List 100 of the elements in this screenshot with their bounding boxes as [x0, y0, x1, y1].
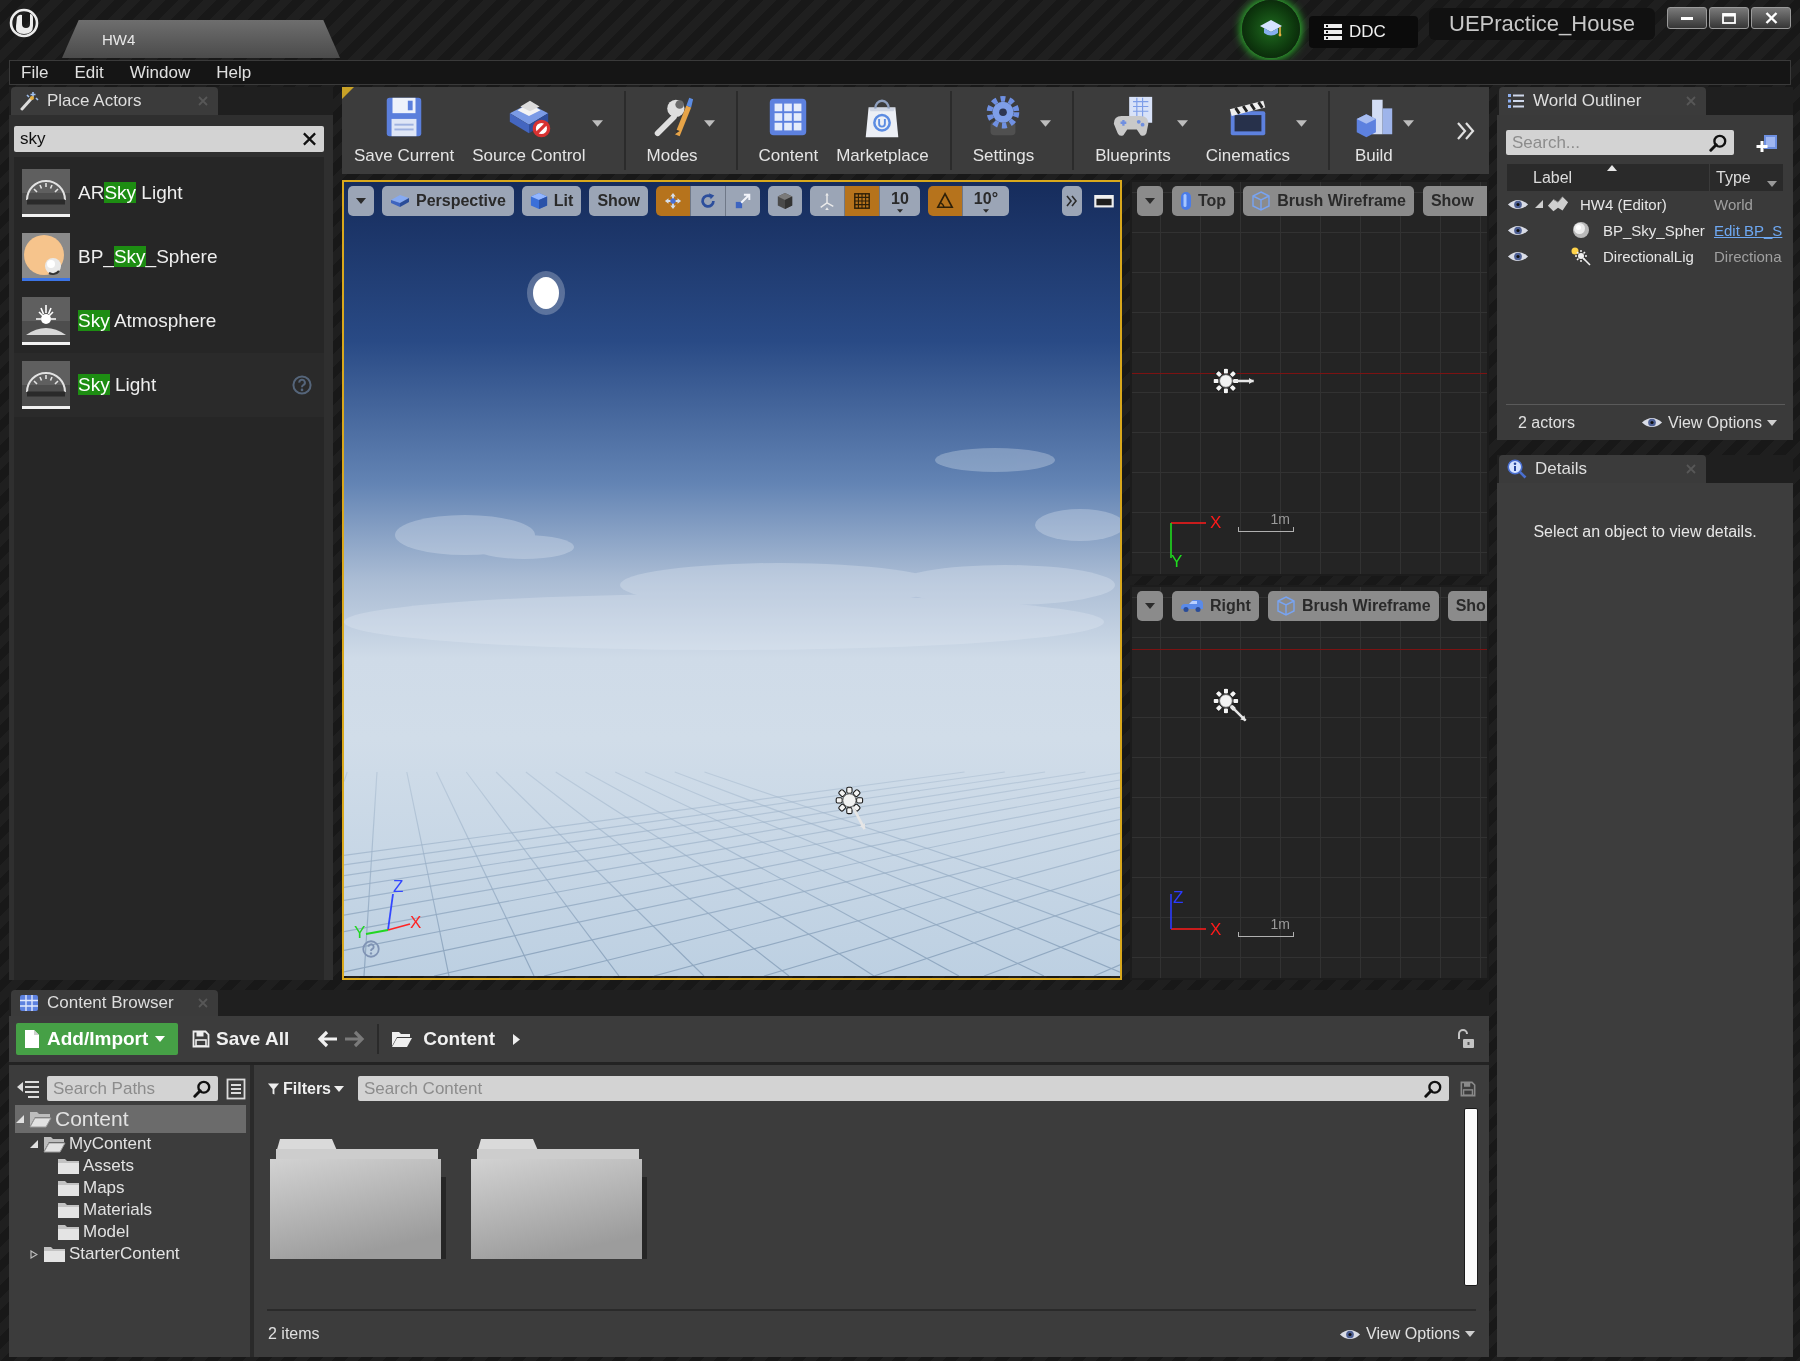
folder-icon[interactable] [469, 1137, 648, 1261]
folder-tree-item[interactable]: MyContent [15, 1133, 246, 1155]
grid-size-button[interactable]: 10 [879, 186, 920, 216]
view-mode-button[interactable]: Brush Wireframe [1267, 590, 1439, 621]
folder-tree-item[interactable]: Materials [15, 1199, 246, 1221]
folder-tree-item[interactable]: Assets [15, 1155, 246, 1177]
grid-snap-button[interactable] [844, 186, 880, 216]
rotation-size-button[interactable]: 10° [961, 186, 1010, 216]
lighting-button[interactable]: Lit [521, 186, 582, 216]
expanded-arrow-icon[interactable] [16, 1115, 24, 1123]
menu-item[interactable]: Window [116, 61, 204, 84]
expanded-arrow-icon[interactable] [1535, 200, 1543, 208]
actor-list-item[interactable]: BP_Sky_Sphere [14, 225, 324, 289]
rotation-snap-button[interactable] [927, 186, 962, 216]
actor-label[interactable]: DirectionalLig [1603, 247, 1694, 265]
light-gizmo-icon[interactable] [835, 786, 866, 830]
viewport-menu-button[interactable] [1137, 186, 1163, 216]
viewport-menu-button[interactable] [348, 186, 374, 216]
search-icon[interactable] [1709, 133, 1727, 152]
search-icon[interactable] [193, 1079, 211, 1098]
snap-toggle-button[interactable] [810, 186, 845, 216]
breadcrumb-item[interactable]: Content [423, 1028, 495, 1050]
toolbar-button[interactable]: Build [1346, 87, 1418, 174]
folder-tree-item[interactable]: Content [15, 1105, 246, 1133]
back-arrow-icon[interactable] [317, 1030, 340, 1048]
show-button[interactable]: Show [589, 186, 649, 216]
collapsed-arrow-icon[interactable] [30, 1249, 38, 1259]
clear-icon[interactable] [302, 131, 317, 147]
panel-tab[interactable]: Place Actors [11, 87, 218, 115]
search-field[interactable]: sky [14, 126, 324, 152]
expanded-arrow-icon[interactable] [30, 1140, 38, 1148]
ortho-viewport[interactable]: Top Brush Wireframe Show X Y 1m [1130, 180, 1489, 576]
panel-tab[interactable]: Details [1499, 455, 1706, 483]
folder-tree-item[interactable]: StarterContent [15, 1243, 246, 1265]
toolbar-button[interactable]: Blueprints [1091, 87, 1192, 174]
view-mode-button[interactable]: Brush Wireframe [1243, 186, 1414, 216]
actor-list-item[interactable]: Sky Light [14, 353, 324, 417]
scale-tool-button[interactable] [725, 186, 761, 216]
projection-button[interactable]: Perspective [382, 186, 514, 216]
ortho-viewport[interactable]: Right Brush Wireframe Sho X Z 1m [1130, 584, 1489, 980]
column-header[interactable]: Type [1710, 164, 1783, 191]
move-tool-button[interactable] [656, 186, 691, 216]
show-button[interactable]: Sho [1447, 590, 1487, 621]
column-header[interactable]: Label [1507, 164, 1710, 191]
toolbar-button[interactable]: Modes [642, 87, 719, 174]
surface-snap-button[interactable] [768, 186, 803, 216]
menu-item[interactable]: Edit [61, 61, 117, 84]
perspective-viewport[interactable]: Perspective Lit Show 10 10° Z Y X [342, 180, 1122, 980]
edit-link[interactable]: Edit BP_S [1710, 221, 1783, 239]
projection-button[interactable]: Right [1172, 590, 1259, 621]
help-icon[interactable] [292, 375, 312, 395]
search-field[interactable]: Search Paths [47, 1076, 218, 1101]
view-options-button[interactable]: View Options [1641, 413, 1777, 432]
actor-list-item[interactable]: Sky Atmosphere [14, 289, 324, 353]
tab-corner-icon[interactable] [342, 87, 354, 99]
menu-item[interactable]: File [10, 61, 62, 84]
viewport-overflow-button[interactable] [1062, 186, 1082, 216]
projection-button[interactable]: Top [1172, 186, 1235, 216]
eye-icon[interactable] [1507, 223, 1529, 237]
list-view-icon[interactable] [226, 1077, 246, 1100]
folder-tree-item[interactable]: Maps [15, 1177, 246, 1199]
folder-tree-item[interactable]: Model [15, 1221, 246, 1243]
light-gizmo-icon[interactable] [1212, 367, 1256, 395]
close-button[interactable] [1751, 7, 1791, 29]
toolbar-button[interactable]: Marketplace [832, 87, 933, 174]
eye-icon[interactable] [1339, 1327, 1361, 1341]
actor-label[interactable]: BP_Sky_Spher [1603, 221, 1705, 239]
toolbar-button[interactable]: Content [754, 87, 823, 174]
sources-toggle-icon[interactable] [15, 1078, 41, 1099]
level-tab[interactable]: HW4 [62, 20, 340, 58]
maximize-button[interactable] [1709, 7, 1749, 29]
folder-icon[interactable] [268, 1137, 447, 1261]
actor-label[interactable]: HW4 (Editor) [1580, 195, 1667, 213]
panel-tab[interactable]: Content Browser [11, 990, 218, 1016]
unlocked-padlock-icon[interactable] [1457, 1029, 1475, 1049]
eye-icon[interactable] [1507, 249, 1529, 263]
eye-icon[interactable] [1641, 416, 1663, 429]
search-field[interactable]: Search... [1506, 130, 1734, 155]
toolbar-button[interactable]: Settings [968, 87, 1056, 174]
menu-item[interactable]: Help [203, 61, 265, 84]
light-gizmo-icon[interactable] [1212, 686, 1248, 723]
actor-list-item[interactable]: ARSky Light [14, 161, 324, 225]
toolbar-button[interactable]: Save Current [350, 87, 459, 174]
minimize-button[interactable] [1667, 7, 1707, 29]
search-field[interactable]: Search Content [358, 1076, 1449, 1101]
filters-button[interactable]: Filters [267, 1079, 344, 1098]
viewport-menu-button[interactable] [1137, 590, 1163, 621]
engine-logo-icon[interactable] [9, 7, 39, 39]
eye-icon[interactable] [1507, 197, 1529, 211]
breadcrumb-arrow-icon[interactable] [513, 1033, 520, 1045]
scrollbar[interactable] [1464, 1108, 1478, 1286]
ddc-button[interactable]: DDC [1309, 16, 1418, 48]
show-button[interactable]: Show [1422, 186, 1487, 216]
toolbar-button[interactable]: Cinematics [1201, 87, 1311, 174]
view-options-button[interactable]: View Options [1339, 1325, 1475, 1343]
search-icon[interactable] [1424, 1079, 1442, 1098]
save-all-button[interactable]: Save All [192, 1028, 290, 1050]
toolbar-button[interactable]: Source Control [468, 87, 607, 174]
tutorial-button[interactable] [1242, 0, 1300, 58]
panel-tab[interactable]: World Outliner [1499, 87, 1706, 115]
